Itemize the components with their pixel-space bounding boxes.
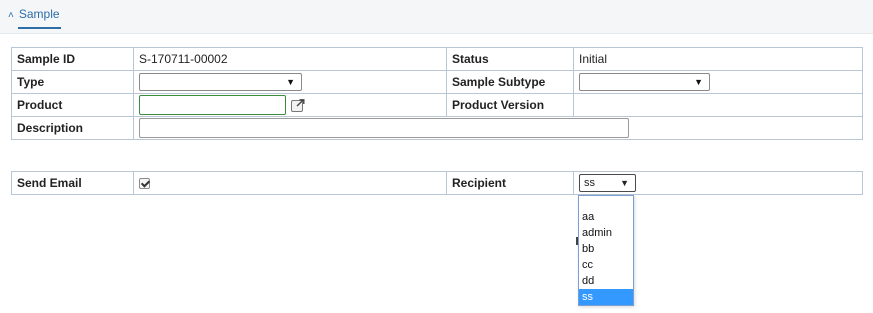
product-version-value [573, 93, 863, 117]
description-label: Description [11, 116, 134, 140]
form-row: Type ▼ Sample Subtype ▼ [11, 70, 863, 94]
form-row: Description [11, 116, 863, 140]
form-row: Sample ID S-170711-00002 Status Initial [11, 47, 863, 71]
recipient-option[interactable]: admin [579, 225, 633, 241]
recipient-option[interactable]: aa [579, 209, 633, 225]
dropdown-arrow-icon: ▼ [620, 178, 629, 188]
status-label: Status [446, 47, 574, 71]
recipient-label: Recipient [446, 171, 574, 195]
dropdown-blank-option[interactable] [579, 196, 633, 209]
sample-subtype-label: Sample Subtype [446, 70, 574, 94]
form-row: Product Product Version [11, 93, 863, 117]
email-form-table: Send Email Recipient ss ▼ [11, 171, 863, 195]
sample-form-table: Sample ID S-170711-00002 Status Initial … [11, 47, 863, 140]
recipient-option[interactable]: cc [579, 257, 633, 273]
recipient-option[interactable]: dd [579, 273, 633, 289]
recipient-dropdown-list[interactable]: aa admin bb cc dd ss [578, 195, 634, 306]
section-header-bar: ˄ Sample [0, 0, 873, 34]
chevron-up-icon[interactable]: ˄ [8, 8, 14, 24]
type-label: Type [11, 70, 134, 94]
description-input[interactable] [139, 118, 629, 138]
form-row: Send Email Recipient ss ▼ [11, 171, 863, 195]
type-cell: ▼ [133, 70, 447, 94]
sample-section-tab[interactable]: ˄ Sample [8, 6, 61, 32]
product-input[interactable] [139, 95, 286, 115]
product-version-label: Product Version [446, 93, 574, 117]
sample-subtype-select[interactable]: ▼ [579, 73, 710, 91]
send-email-label: Send Email [11, 171, 134, 195]
type-select[interactable]: ▼ [139, 73, 302, 91]
sample-id-value: S-170711-00002 [133, 47, 447, 71]
status-value: Initial [573, 47, 863, 71]
product-label: Product [11, 93, 134, 117]
sample-id-label: Sample ID [11, 47, 134, 71]
open-external-icon[interactable] [291, 98, 305, 112]
recipient-option[interactable]: bb [579, 241, 633, 257]
description-cell [133, 116, 863, 140]
recipient-option[interactable]: ss [579, 289, 633, 305]
recipient-select[interactable]: ss ▼ [579, 174, 636, 192]
send-email-cell [133, 171, 447, 195]
dropdown-arrow-icon: ▼ [286, 77, 295, 87]
dropdown-arrow-icon: ▼ [694, 77, 703, 87]
send-email-checkbox[interactable] [139, 178, 150, 190]
recipient-cell: ss ▼ [573, 171, 863, 195]
sample-subtype-cell: ▼ [573, 70, 863, 94]
recipient-select-value: ss [584, 177, 595, 189]
section-title: Sample [17, 6, 61, 29]
product-cell [133, 93, 447, 117]
